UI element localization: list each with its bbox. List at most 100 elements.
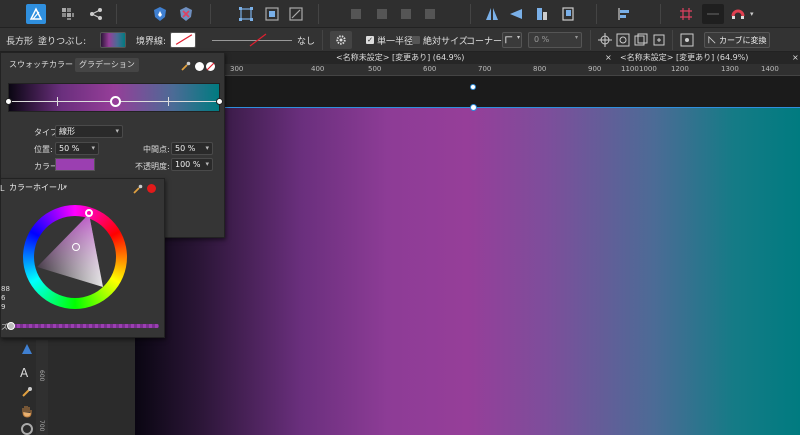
paste-icon[interactable] [652,33,666,47]
tab-color[interactable]: カラー [45,58,77,72]
boolean-add-icon[interactable] [346,4,366,24]
designer-persona-icon[interactable] [26,4,46,24]
single-radius-label: 単一半径 [377,37,414,47]
horizontal-ruler: 300 400 500 600 700 800 900 1000 1100 12… [225,64,800,76]
text-tool-icon[interactable]: A [20,366,34,380]
convert-to-curves-button[interactable]: カーブに変換 [704,32,770,48]
wheel-mode-select[interactable]: カラーホイール [6,182,70,195]
gradient-stop-start[interactable] [5,98,12,105]
ruler-label: 600 [423,65,437,73]
align-icon[interactable] [614,4,634,24]
top-center-handle[interactable] [470,104,477,111]
distort-icon[interactable] [286,4,306,24]
copy-icon[interactable] [634,33,648,47]
tab-document-2[interactable]: <名称未設定> [変更あり] (64.9%) [620,52,748,64]
stop-color-swatch[interactable] [55,158,95,171]
stroke-none-label: なし [297,37,316,47]
value-readout: 88 [1,285,10,293]
color-wheel-popup: L カラーホイール 88 6 9 ズ [0,178,165,338]
none-swatch-icon[interactable] [206,62,215,71]
shape-star-icon[interactable] [176,4,196,24]
gradient-stop-end[interactable] [216,98,223,105]
tab-close-icon[interactable]: × [792,52,799,64]
gradient-stop-selected[interactable] [110,96,121,107]
ruler-label: 500 [368,65,382,73]
tab-title: <名称未設定> [変更あり] (64.9%) [336,53,465,62]
value-readout: 6 [1,294,6,302]
share-icon[interactable] [86,4,106,24]
single-radius-checkbox[interactable]: ✓ [366,36,374,44]
eyedropper-icon[interactable] [133,184,143,194]
pen-shield-icon[interactable] [150,4,170,24]
stroke-label: 境界線: [136,37,167,47]
expand-icon[interactable] [680,33,694,47]
ruler-label: 400 [311,65,325,73]
flip-horizontal-icon[interactable] [482,4,502,24]
eyedropper-icon[interactable] [181,61,191,71]
gradient-rectangle[interactable] [135,108,800,435]
target-icon[interactable] [616,33,630,47]
rotation-handle[interactable] [470,84,476,90]
snapping-toggle-icon[interactable] [702,4,724,24]
ruler-label: 700 [478,65,492,73]
zoom-tool-icon[interactable] [21,423,33,435]
opacity-slider[interactable] [11,324,159,328]
tab-document-1[interactable]: <名称未設定> [変更あり] (64.9%) [336,52,464,64]
rotate-right-icon[interactable] [558,4,578,24]
ruler-label: 800 [533,65,547,73]
main-toolbar: ▾ [0,0,800,28]
shape-type-label: 長方形 [6,37,34,47]
eyedropper-tool-icon[interactable] [21,386,33,398]
selection-edge [135,107,800,108]
value-readout: 9 [1,303,6,311]
saturation-triangle[interactable] [23,205,127,309]
ruler-label: 600 [38,370,45,382]
boolean-subtract-icon[interactable] [372,4,392,24]
opacity-label: 不透明度: [135,162,170,171]
absolute-size-checkbox[interactable] [412,36,420,44]
magnet-dropdown-icon[interactable]: ▾ [750,10,754,18]
absolute-size-label: 絶対サイズ [423,37,468,47]
triangle-tool-icon[interactable] [21,343,33,355]
pixel-persona-icon[interactable] [58,4,78,24]
corner-value-field[interactable]: 0 % ▾ [528,32,582,48]
position-label: 位置: [34,145,53,154]
snapping-grid-icon[interactable] [676,4,696,24]
midpoint-field[interactable]: 50 % [171,142,213,155]
current-color-swatch[interactable] [147,184,156,193]
white-swatch-icon[interactable] [195,62,204,71]
transform-origin-icon[interactable] [236,4,256,24]
context-toolbar: 長方形 塗りつぶし: 境界線: なし ✓ 単一半径 絶対サイズ コーナー: ▾ … [0,28,800,52]
ruler-label: 1200 [671,65,689,73]
vertical-ruler: 600 700 [36,340,48,435]
ruler-label: 900 [588,65,602,73]
fill-swatch[interactable] [100,32,126,48]
ruler-label: 1100 [621,65,639,73]
tab-gradient[interactable]: グラデーション [75,58,139,72]
corner-type-dropdown[interactable]: ▾ [502,32,522,48]
rotate-left-icon[interactable] [532,4,552,24]
saturation-handle[interactable] [72,243,80,251]
fill-label: 塗りつぶし: [38,37,87,47]
mode-prefix: L [0,184,5,193]
gradient-midpoint-marker[interactable] [57,97,58,106]
hue-handle[interactable] [85,209,93,217]
position-field[interactable]: 50 % [55,142,99,155]
gradient-midpoint-marker[interactable] [168,97,169,106]
ruler-label: 1300 [721,65,739,73]
boolean-intersect-icon[interactable] [396,4,416,24]
magnet-icon[interactable] [728,4,748,24]
hand-tool-icon[interactable] [20,404,34,418]
opacity-field[interactable]: 100 % [171,158,213,171]
tab-title: <名称未設定> [変更あり] (64.9%) [620,53,749,62]
type-select[interactable]: 線形 [55,125,123,138]
bounding-box-icon[interactable] [262,4,282,24]
flip-vertical-icon[interactable] [506,4,526,24]
crosshair-icon[interactable] [598,33,612,47]
gear-icon[interactable] [330,31,352,49]
tab-close-icon[interactable]: × [605,52,612,64]
opacity-handle[interactable] [7,322,15,330]
stroke-swatch[interactable] [170,32,196,48]
ruler-label: 1000 [639,65,657,73]
boolean-divide-icon[interactable] [420,4,440,24]
